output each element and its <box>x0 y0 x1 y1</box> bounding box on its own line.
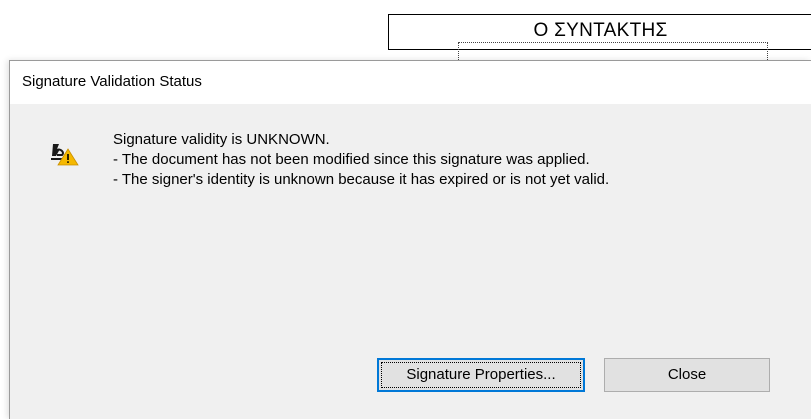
dialog-title: Signature Validation Status <box>22 73 202 90</box>
close-button[interactable]: Close <box>604 358 770 392</box>
validation-headline: Signature validity is UNKNOWN. <box>113 131 330 148</box>
signature-warning-icon <box>51 144 79 166</box>
document-heading: Ο ΣΥΝΤΑΚΤΗΣ <box>533 20 668 41</box>
validation-detail-modified: - The document has not been modified sin… <box>113 151 590 168</box>
signature-properties-button[interactable]: Signature Properties... <box>377 358 585 392</box>
validation-detail-identity: - The signer's identity is unknown becau… <box>113 171 610 188</box>
dialog-titlebar[interactable]: Signature Validation Status <box>10 61 811 104</box>
signature-validation-dialog: Signature Validation Status Signature va… <box>9 60 811 419</box>
document-signature-field <box>458 42 768 62</box>
signature-properties-label: Signature Properties... <box>406 366 556 383</box>
validation-message: Signature validity is UNKNOWN. - The doc… <box>113 130 609 190</box>
